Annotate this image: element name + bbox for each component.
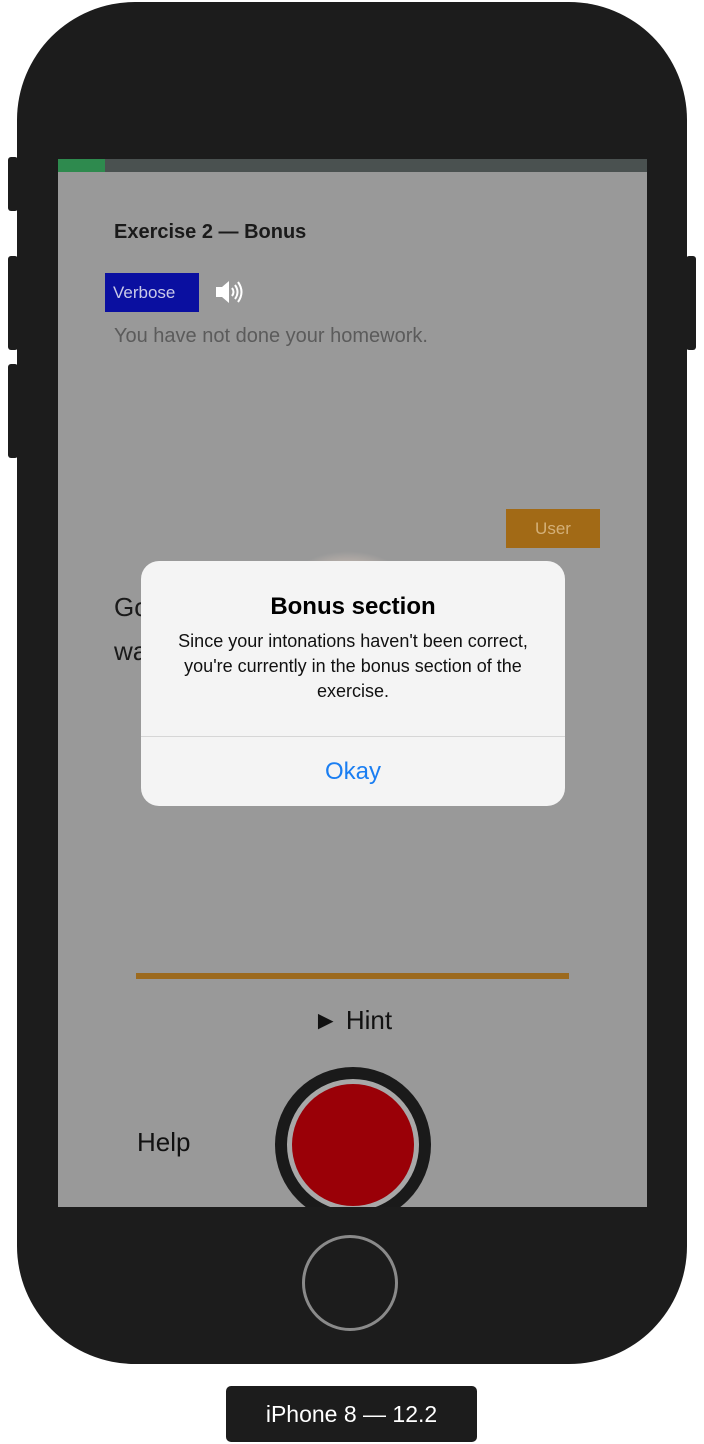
record-icon: [292, 1084, 414, 1206]
exercise-progress-fill: [58, 159, 106, 172]
speaker-icon[interactable]: [214, 277, 244, 307]
power-button: [686, 256, 696, 350]
alert-message: Since your intonations haven't been corr…: [178, 631, 528, 701]
okay-button[interactable]: Okay: [141, 737, 565, 806]
record-button[interactable]: [275, 1067, 431, 1207]
device-label: iPhone 8 — 12.2: [226, 1386, 477, 1442]
bonus-alert-dialog: Bonus section Since your intonations hav…: [141, 561, 565, 806]
help-button[interactable]: Help: [137, 1127, 190, 1158]
hint-toggle[interactable]: ► Hint: [58, 1005, 647, 1036]
verbose-button[interactable]: Verbose: [105, 273, 199, 312]
home-button[interactable]: [302, 1235, 398, 1331]
alert-title: Bonus section: [270, 593, 436, 620]
target-sentence: You have not done your homework.: [114, 325, 428, 347]
pitch-baseline: [136, 973, 569, 979]
record-ring: [287, 1079, 419, 1207]
exercise-progress-bar: [58, 159, 647, 172]
volume-down-button: [8, 364, 18, 458]
user-button[interactable]: User: [506, 509, 600, 548]
mute-switch: [8, 157, 18, 211]
exercise-title: Exercise 2 — Bonus: [114, 221, 307, 243]
volume-up-button: [8, 256, 18, 350]
